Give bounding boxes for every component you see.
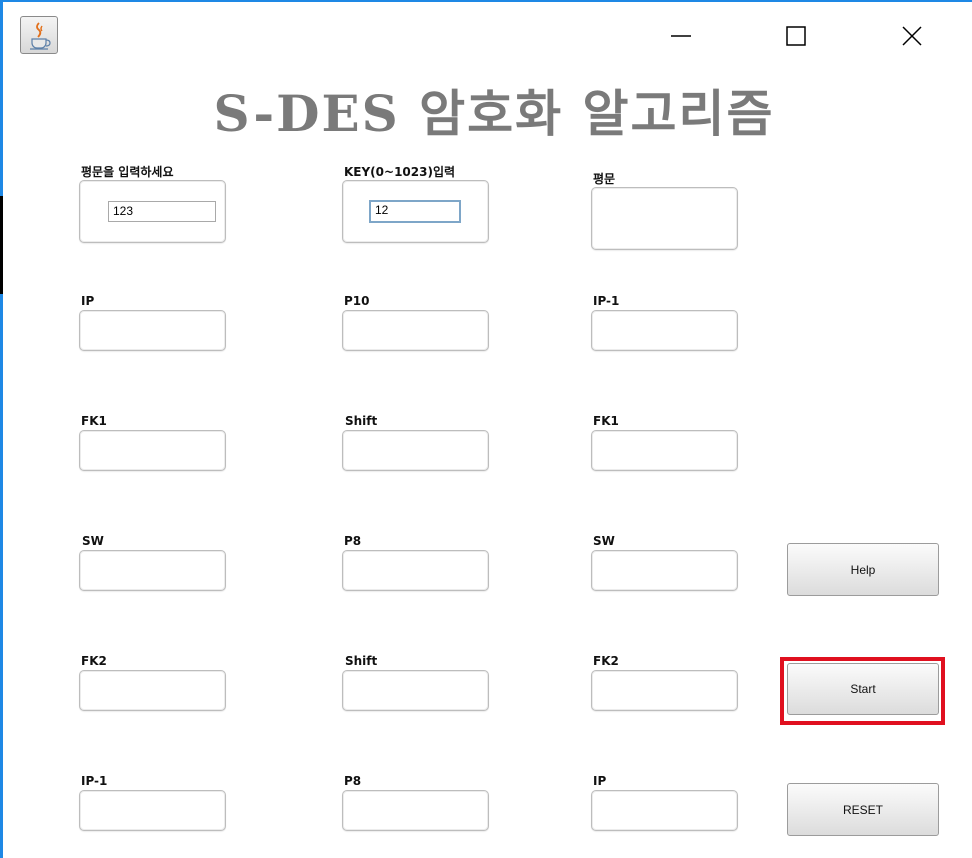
shift-label: Shift <box>345 414 378 428</box>
app-title: S-DES 암호화 알고리즘 <box>213 84 775 143</box>
ip-label: IP <box>81 294 95 308</box>
maximize-icon <box>786 26 806 46</box>
plaintext-input-panel: 123 <box>79 180 226 243</box>
p8-field[interactable] <box>342 550 489 591</box>
plaintext-output-field[interactable] <box>591 187 738 250</box>
key-input-label: KEY(0~1023)입력 <box>344 165 456 179</box>
decrypt-fk1-field[interactable] <box>591 430 738 471</box>
sw-label: SW <box>82 534 104 548</box>
p8-label: P8 <box>344 534 362 548</box>
plaintext-output-label: 평문 <box>593 172 616 186</box>
fk2-field[interactable] <box>79 670 226 711</box>
reset-button[interactable]: RESET <box>787 783 939 836</box>
decrypt-sw-label: SW <box>593 534 615 548</box>
decrypt-ip-field[interactable] <box>591 790 738 831</box>
maximize-button[interactable] <box>774 14 818 58</box>
window-border-top <box>0 0 972 2</box>
plaintext-input[interactable]: 123 <box>108 201 216 222</box>
fk1-field[interactable] <box>79 430 226 471</box>
plaintext-input-label: 평문을 입력하세요 <box>81 165 174 179</box>
minimize-icon <box>671 35 691 37</box>
sw-field[interactable] <box>79 550 226 591</box>
decrypt-ip-inverse-field[interactable] <box>591 310 738 351</box>
start-button[interactable]: Start <box>787 663 939 715</box>
p8-2-label: P8 <box>344 774 362 788</box>
ip-inverse-label: IP-1 <box>81 774 108 788</box>
key-input-panel: 12 <box>342 180 489 243</box>
key-input[interactable]: 12 <box>369 200 461 223</box>
ip-inverse-field[interactable] <box>79 790 226 831</box>
decrypt-ip-inverse-label: IP-1 <box>593 294 620 308</box>
java-app-icon[interactable] <box>20 16 58 54</box>
minimize-button[interactable] <box>659 14 703 58</box>
shift-field[interactable] <box>342 430 489 471</box>
p10-field[interactable] <box>342 310 489 351</box>
decrypt-fk2-field[interactable] <box>591 670 738 711</box>
fk1-label: FK1 <box>81 414 107 428</box>
close-button[interactable] <box>890 14 934 58</box>
decrypt-fk1-label: FK1 <box>593 414 619 428</box>
close-icon <box>902 26 922 46</box>
shift-2-field[interactable] <box>342 670 489 711</box>
decrypt-sw-field[interactable] <box>591 550 738 591</box>
help-button[interactable]: Help <box>787 543 939 596</box>
decrypt-fk2-label: FK2 <box>593 654 619 668</box>
p8-2-field[interactable] <box>342 790 489 831</box>
window-edge-marker <box>0 196 3 294</box>
shift-2-label: Shift <box>345 654 378 668</box>
fk2-label: FK2 <box>81 654 107 668</box>
decrypt-ip-label: IP <box>593 774 607 788</box>
p10-label: P10 <box>344 294 370 308</box>
ip-field[interactable] <box>79 310 226 351</box>
